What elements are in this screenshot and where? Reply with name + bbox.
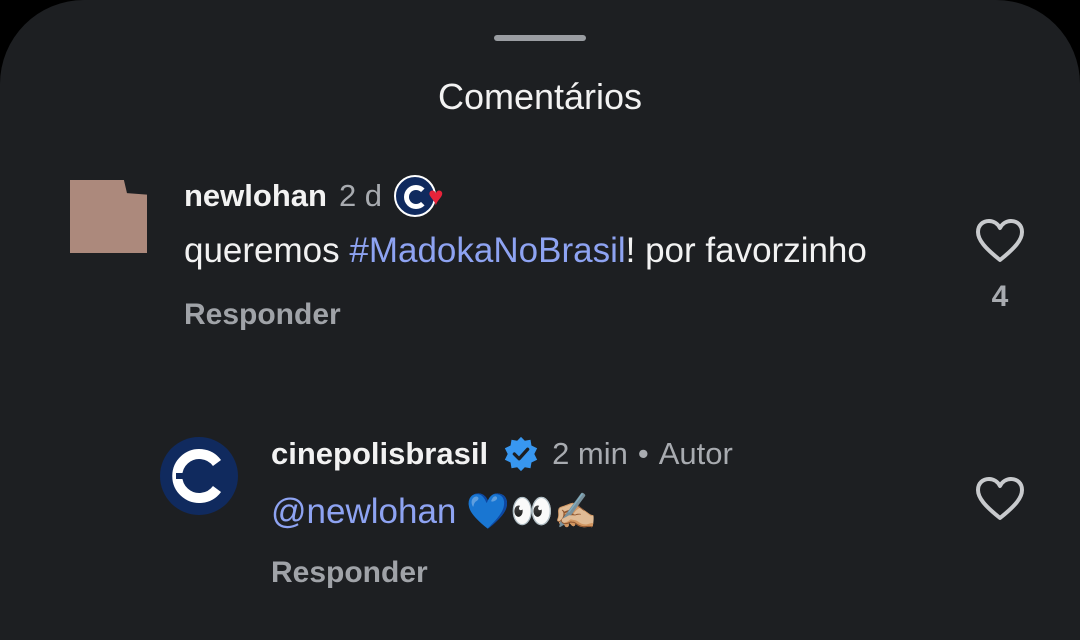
username[interactable]: newlohan	[184, 178, 327, 214]
drag-handle[interactable]	[494, 35, 586, 41]
liked-by-author-badge: ♥	[394, 174, 456, 218]
username[interactable]: cinepolisbrasil	[271, 436, 488, 472]
avatar[interactable]	[70, 180, 147, 253]
timestamp: 2 min	[552, 436, 628, 471]
author-label: Autor	[658, 436, 733, 471]
avatar[interactable]	[160, 437, 238, 515]
hashtag-link[interactable]: #MadokaNoBrasil	[349, 231, 625, 270]
mention-link[interactable]: @newlohan	[271, 490, 456, 534]
verified-badge-icon	[504, 436, 538, 472]
reply-button[interactable]: Responder	[271, 556, 951, 590]
comment-text: queremos #MadokaNoBrasil! por favorzinho	[184, 231, 867, 270]
comment-text: @newlohan 💙👀✍🏼	[271, 490, 951, 534]
comment: newlohan 2 d ♥ queremos #MadokaNoBrasil!…	[184, 174, 944, 332]
like-count: 4	[991, 280, 1009, 313]
comment-header: newlohan 2 d ♥	[184, 174, 944, 218]
separator: •	[637, 436, 649, 471]
heart-icon: ♥	[428, 181, 444, 211]
comment-header: cinepolisbrasil 2 min • Autor	[271, 432, 951, 476]
comments-sheet: Comentários newlohan 2 d ♥ queremos #Mad…	[0, 0, 1080, 640]
timestamp: 2 d	[338, 178, 383, 213]
comment: cinepolisbrasil 2 min • Autor @newlohan …	[271, 432, 951, 590]
emoji-text: 💙👀✍🏼	[466, 492, 598, 531]
like-heart-icon[interactable]	[975, 218, 1025, 264]
like-heart-icon[interactable]	[975, 476, 1025, 522]
sheet-title: Comentários	[437, 76, 643, 117]
reply-button[interactable]: Responder	[184, 298, 944, 332]
